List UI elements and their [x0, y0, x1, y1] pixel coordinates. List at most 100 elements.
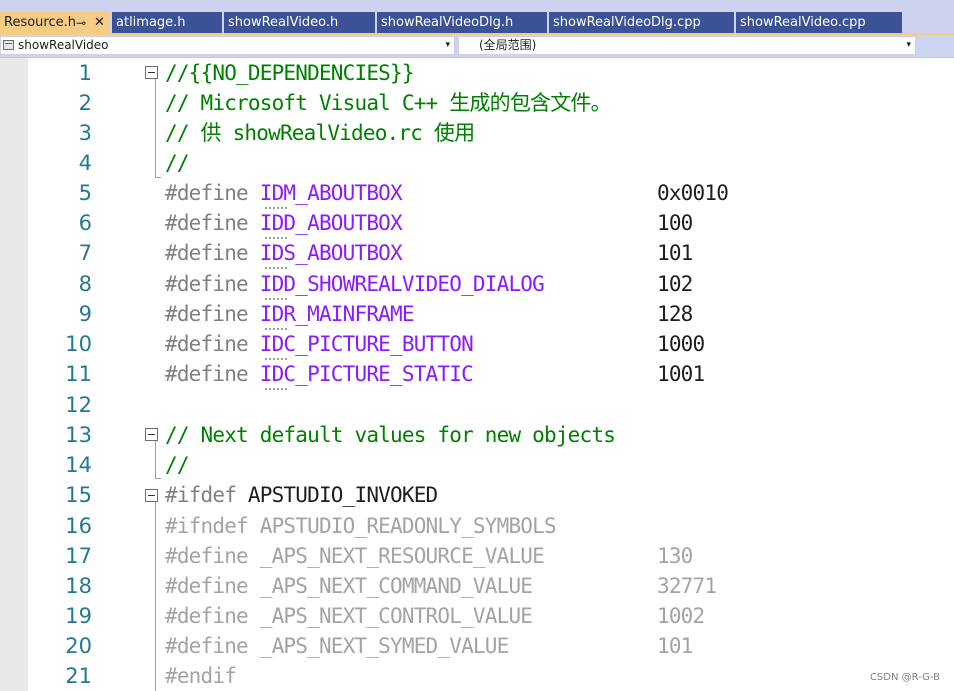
code-line: #ifdef APSTUDIO_INVOKED: [165, 480, 438, 510]
project-icon: [3, 40, 14, 50]
macro-name: IDM_ABOUTBOX: [259, 181, 403, 205]
tab-label: showRealVideoDlg.h: [381, 15, 514, 30]
outline-guide: [155, 441, 156, 479]
close-icon[interactable]: ✕: [94, 12, 105, 34]
macro-value: 0x0010: [657, 181, 729, 205]
line-number: 11: [65, 362, 92, 386]
document-tab-bar: Resource.h ⊸ ✕ atlimage.h showRealVideo.…: [0, 0, 954, 35]
preprocessor-keyword: #define: [165, 181, 260, 205]
line-number: 1: [78, 61, 92, 85]
code-line-inactive: #ifndef APSTUDIO_READONLY_SYMBOLS: [165, 514, 557, 538]
collapse-region-icon[interactable]: [145, 489, 158, 502]
preprocessor-keyword: #define: [165, 272, 260, 296]
collapse-region-icon[interactable]: [145, 428, 158, 441]
code-line: #define IDR_MAINFRAME: [165, 299, 415, 329]
code-line-inactive: #define _APS_NEXT_SYMED_VALUE: [165, 634, 509, 658]
code-line-inactive: #endif: [165, 664, 237, 688]
tab-label: showRealVideo.h: [228, 15, 339, 30]
suggestion-dots: [265, 385, 287, 390]
preprocessor-keyword: #define: [165, 362, 260, 386]
tab-showrealvideo-cpp[interactable]: showRealVideo.cpp: [736, 12, 902, 34]
line-number: 4: [78, 151, 92, 175]
tab-label: Resource.h: [4, 15, 76, 30]
macro-value: 130: [657, 544, 693, 568]
navigation-bar: showRealVideo ▾ (全局范围) ▾: [0, 35, 954, 58]
tab-label: atlimage.h: [116, 15, 186, 30]
tab-showrealvideodlg-cpp[interactable]: showRealVideoDlg.cpp: [549, 12, 734, 34]
line-number: 15: [65, 483, 92, 507]
chevron-down-icon[interactable]: ▾: [445, 37, 450, 54]
outline-guide-end: [155, 478, 161, 479]
line-number: 17: [65, 544, 92, 568]
line-number: 2: [78, 91, 92, 115]
code-line-inactive: #define _APS_NEXT_COMMAND_VALUE: [165, 574, 533, 598]
code-line: //: [165, 453, 189, 477]
indicator-margin: [0, 58, 28, 691]
macro-name: IDC_PICTURE_STATIC: [259, 362, 474, 386]
macro-name: IDR_MAINFRAME: [259, 302, 415, 326]
macro-name: APSTUDIO_INVOKED: [247, 483, 438, 507]
line-number: 16: [65, 514, 92, 538]
macro-value: 1001: [657, 362, 705, 386]
tab-atlimage-h[interactable]: atlimage.h: [112, 12, 222, 34]
macro-name: IDC_PICTURE_BUTTON: [259, 332, 474, 356]
macro-name: IDS_ABOUTBOX: [259, 241, 403, 265]
code-line: // Microsoft Visual C++ 生成的包含文件。: [165, 91, 612, 115]
project-dropdown[interactable]: showRealVideo ▾: [0, 36, 455, 55]
line-number: 7: [78, 241, 92, 265]
scope-dropdown[interactable]: (全局范围) ▾: [458, 36, 916, 55]
code-editor[interactable]: 1 2 3 4 5 6 7 8 9 10 11 12 13 14 15 16 1…: [0, 58, 954, 691]
line-number: 8: [78, 272, 92, 296]
macro-value: 32771: [657, 574, 717, 598]
macro-value: 1000: [657, 332, 705, 356]
line-number: 14: [65, 453, 92, 477]
outline-guide-end: [155, 177, 161, 178]
pin-icon[interactable]: ⊸: [76, 12, 86, 34]
outline-guide: [155, 502, 156, 691]
collapse-region-icon[interactable]: [145, 66, 158, 79]
outline-guide: [155, 79, 156, 178]
line-number: 6: [78, 211, 92, 235]
code-line: #define IDC_PICTURE_STATIC: [165, 359, 474, 389]
code-line: #define IDD_SHOWREALVIDEO_DIALOG: [165, 269, 545, 299]
macro-value: 100: [657, 211, 693, 235]
preprocessor-keyword: #define: [165, 302, 260, 326]
code-line-inactive: #define _APS_NEXT_RESOURCE_VALUE: [165, 544, 545, 568]
code-line: #define IDC_PICTURE_BUTTON: [165, 329, 474, 359]
macro-value: 101: [657, 634, 693, 658]
preprocessor-keyword: #define: [165, 332, 260, 356]
line-number: 3: [78, 121, 92, 145]
scope-name: (全局范围): [479, 38, 537, 52]
code-line: //{{NO_DEPENDENCIES}}: [165, 61, 415, 85]
preprocessor-keyword: #define: [165, 211, 260, 235]
code-line: // 供 showRealVideo.rc 使用: [165, 121, 475, 145]
line-number: 20: [65, 634, 92, 658]
project-name: showRealVideo: [18, 38, 109, 52]
line-number: 5: [78, 181, 92, 205]
code-line-inactive: #define _APS_NEXT_CONTROL_VALUE: [165, 604, 533, 628]
chevron-down-icon[interactable]: ▾: [906, 37, 911, 54]
line-number: 13: [65, 423, 92, 447]
macro-value: 1002: [657, 604, 705, 628]
preprocessor-keyword: #define: [165, 241, 260, 265]
line-number: 12: [65, 393, 92, 417]
macro-name: IDD_SHOWREALVIDEO_DIALOG: [259, 272, 545, 296]
line-number: 21: [65, 664, 92, 688]
line-number: 19: [65, 604, 92, 628]
code-line: //: [165, 151, 189, 175]
macro-value: 128: [657, 302, 693, 326]
line-number: 18: [65, 574, 92, 598]
code-line: // Next default values for new objects: [165, 423, 616, 447]
macro-value: 101: [657, 241, 693, 265]
macro-value: 102: [657, 272, 693, 296]
tab-showrealvideo-h[interactable]: showRealVideo.h: [224, 12, 375, 34]
tab-resource-h[interactable]: Resource.h ⊸ ✕: [0, 12, 110, 34]
tab-label: showRealVideo.cpp: [740, 15, 866, 30]
watermark: CSDN @R-G-B: [869, 672, 940, 683]
macro-name: IDD_ABOUTBOX: [259, 211, 403, 235]
line-number: 9: [78, 302, 92, 326]
preprocessor-keyword: #ifdef: [165, 483, 248, 507]
line-number: 10: [65, 332, 92, 356]
tab-label: showRealVideoDlg.cpp: [553, 15, 701, 30]
tab-showrealvideodlg-h[interactable]: showRealVideoDlg.h: [377, 12, 547, 34]
